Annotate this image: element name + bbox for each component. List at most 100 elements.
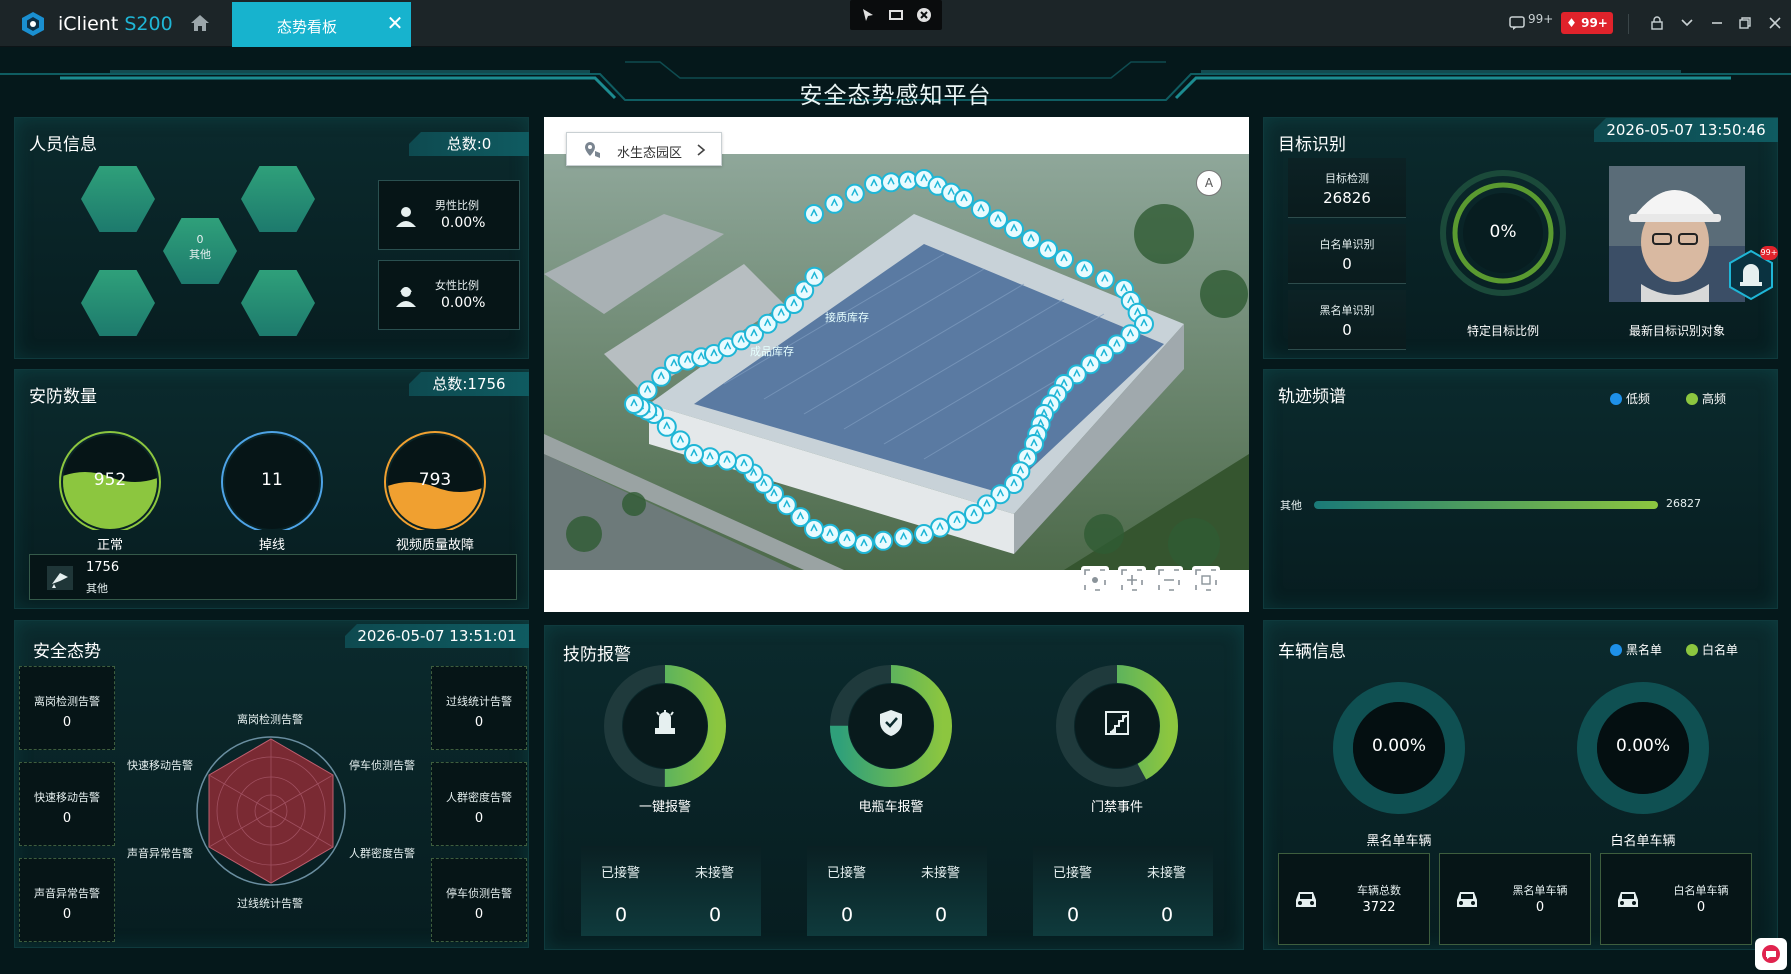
map-marker — [964, 504, 984, 524]
access-door-icon — [1105, 711, 1129, 735]
fire-alarm-icon — [655, 710, 675, 734]
security-other-value: 1756 — [86, 560, 120, 575]
female-ratio-box: 女性比例 0.00% — [378, 260, 520, 330]
whitelist-ring-label: 白名单车辆 — [1610, 834, 1676, 849]
lock-icon[interactable] — [1650, 16, 1664, 30]
park-map[interactable]: 接质库存 成品库存 水生态园区 A — [544, 117, 1249, 612]
personnel-panel: 人员信息 总数:0 0 其他 男性比例 0.00% 女性比例 0.00% — [14, 117, 529, 359]
map-label-product[interactable]: 成品库存 — [750, 343, 794, 359]
map-pin-icon — [585, 142, 600, 158]
vehicle-box-value: 0 — [1535, 900, 1545, 915]
home-icon[interactable] — [190, 14, 210, 32]
gauge-fault-label: 视频质量故障 — [395, 538, 474, 553]
unreceived-count: 0 — [935, 904, 948, 926]
hex-tile — [241, 166, 315, 232]
target-datetime: 2026-05-07 13:50:46 — [1594, 118, 1778, 142]
received-label: 已接警 — [1053, 866, 1093, 881]
target-stat-label: 白名单识别 — [1319, 238, 1375, 251]
target-stat-label: 目标检测 — [1325, 172, 1369, 185]
car-icon — [1296, 892, 1316, 907]
map-marker — [700, 447, 720, 468]
safety-box-label: 声音异常告警 — [34, 887, 100, 900]
hex-tile — [81, 270, 155, 336]
safety-title: 安全态势 — [33, 642, 101, 662]
vehicle-box-label: 白名单车辆 — [1673, 884, 1729, 897]
radar-axis-label: 过线统计告警 — [237, 897, 303, 910]
zoom-out-icon[interactable] — [1155, 566, 1183, 594]
personnel-title: 人员信息 — [29, 135, 97, 155]
vehicle-blacklist-box: 黑名单车辆 0 — [1439, 853, 1591, 945]
locate-icon[interactable] — [1081, 566, 1109, 594]
target-title: 目标识别 — [1278, 135, 1346, 155]
title-bar: iClient S200 态势看板 ✕ 99+ ♦ 99+ — [0, 0, 1791, 47]
vehicle-whitelist-box: 白名单车辆 0 — [1600, 853, 1752, 945]
male-ratio-box: 男性比例 0.00% — [378, 180, 520, 250]
chevron-down-icon[interactable] — [1680, 17, 1694, 29]
male-ratio-label: 男性比例 — [435, 199, 479, 212]
map-marker — [837, 528, 857, 549]
target-panel: 目标识别 2026-05-07 13:50:46 目标检测 26826 白名单识别… — [1263, 117, 1778, 359]
target-stat-whitelist: 白名单识别 0 — [1288, 224, 1406, 284]
zoom-in-icon[interactable] — [1118, 566, 1146, 594]
hex-center-value: 0 — [196, 233, 204, 246]
message-count[interactable]: 99+ — [1528, 12, 1553, 26]
map-marker — [1074, 259, 1095, 280]
legend-blacklist-label: 黑名单 — [1626, 643, 1663, 657]
gauge-normal-label: 正常 — [96, 538, 123, 553]
target-photo-label: 最新目标识别对象 — [1628, 324, 1725, 338]
capture-toolbar — [850, 0, 942, 30]
map-marker — [1004, 219, 1024, 239]
whitelist-ring-value: 0.00% — [1615, 736, 1670, 756]
unreceived-count: 0 — [709, 904, 722, 926]
compass-icon[interactable]: A — [1196, 170, 1222, 196]
safety-box-value: 0 — [62, 907, 72, 922]
alarm-ebike-label: 电瓶车报警 — [858, 800, 924, 815]
minimize-icon[interactable] — [1710, 17, 1724, 29]
map-label-warehouse[interactable]: 接质库存 — [825, 309, 869, 325]
map-marker — [717, 450, 737, 471]
security-panel: 安防数量 总数:1756 952 11 793 正常 掉线 视频质量故障 175… — [14, 369, 529, 609]
female-ratio-value: 0.00% — [441, 295, 486, 311]
legend-blacklist: 黑名单 — [1610, 641, 1662, 658]
safety-box-label: 停车侦测告警 — [446, 887, 512, 900]
area-breadcrumb[interactable]: 水生态园区 — [566, 132, 722, 166]
tab-close-icon[interactable]: ✕ — [384, 12, 406, 34]
alarm-count-badge[interactable]: ♦ 99+ — [1561, 12, 1613, 34]
radar-axis-label: 声音异常告警 — [127, 847, 193, 860]
close-circle-icon[interactable] — [916, 7, 932, 23]
trajectory-bar-label: 其他 — [1280, 499, 1302, 512]
legend-high-label: 高频 — [1702, 392, 1727, 406]
map-marker — [947, 510, 967, 531]
message-icon[interactable] — [1509, 15, 1525, 31]
map-marker — [893, 527, 914, 548]
male-ratio-value: 0.00% — [441, 215, 486, 231]
map-marker — [824, 193, 845, 214]
hex-center: 0 其他 — [163, 218, 237, 284]
map-aerial-view[interactable] — [544, 154, 1249, 570]
camera-icon — [47, 566, 73, 590]
target-stat-label: 黑名单识别 — [1319, 304, 1375, 317]
legend-dot-high — [1686, 393, 1698, 405]
chat-widget-button[interactable] — [1755, 938, 1787, 970]
alarm-ebike-stats: 已接警 未接警 0 0 — [807, 846, 987, 936]
unreceived-count: 0 — [1161, 904, 1174, 926]
pointer-icon[interactable] — [860, 7, 876, 23]
screen-icon[interactable] — [888, 7, 904, 23]
unreceived-label: 未接警 — [921, 866, 961, 881]
tab-situation-board[interactable]: 态势看板 ✕ — [232, 2, 411, 47]
restore-icon[interactable] — [1738, 16, 1752, 30]
car-icon — [1618, 892, 1638, 907]
app-model: S200 — [124, 13, 173, 35]
close-window-icon[interactable] — [1768, 16, 1782, 30]
legend-low-label: 低频 — [1626, 392, 1651, 406]
target-ratio-value: 0% — [1489, 222, 1517, 242]
received-count: 0 — [615, 904, 628, 926]
fullscreen-icon[interactable] — [1192, 566, 1220, 594]
vehicle-box-label: 黑名单车辆 — [1512, 884, 1568, 897]
safety-panel: 安全态势 2026-05-07 13:51:01 离岗检测告警 0 快速移动告警 0… — [14, 620, 529, 948]
legend-dot-blacklist — [1610, 644, 1622, 656]
gauge-normal-value: 952 — [93, 470, 127, 490]
hex-tile — [81, 166, 155, 232]
legend-whitelist: 白名单 — [1686, 641, 1738, 658]
trajectory-title: 轨迹频谱 — [1278, 387, 1346, 407]
